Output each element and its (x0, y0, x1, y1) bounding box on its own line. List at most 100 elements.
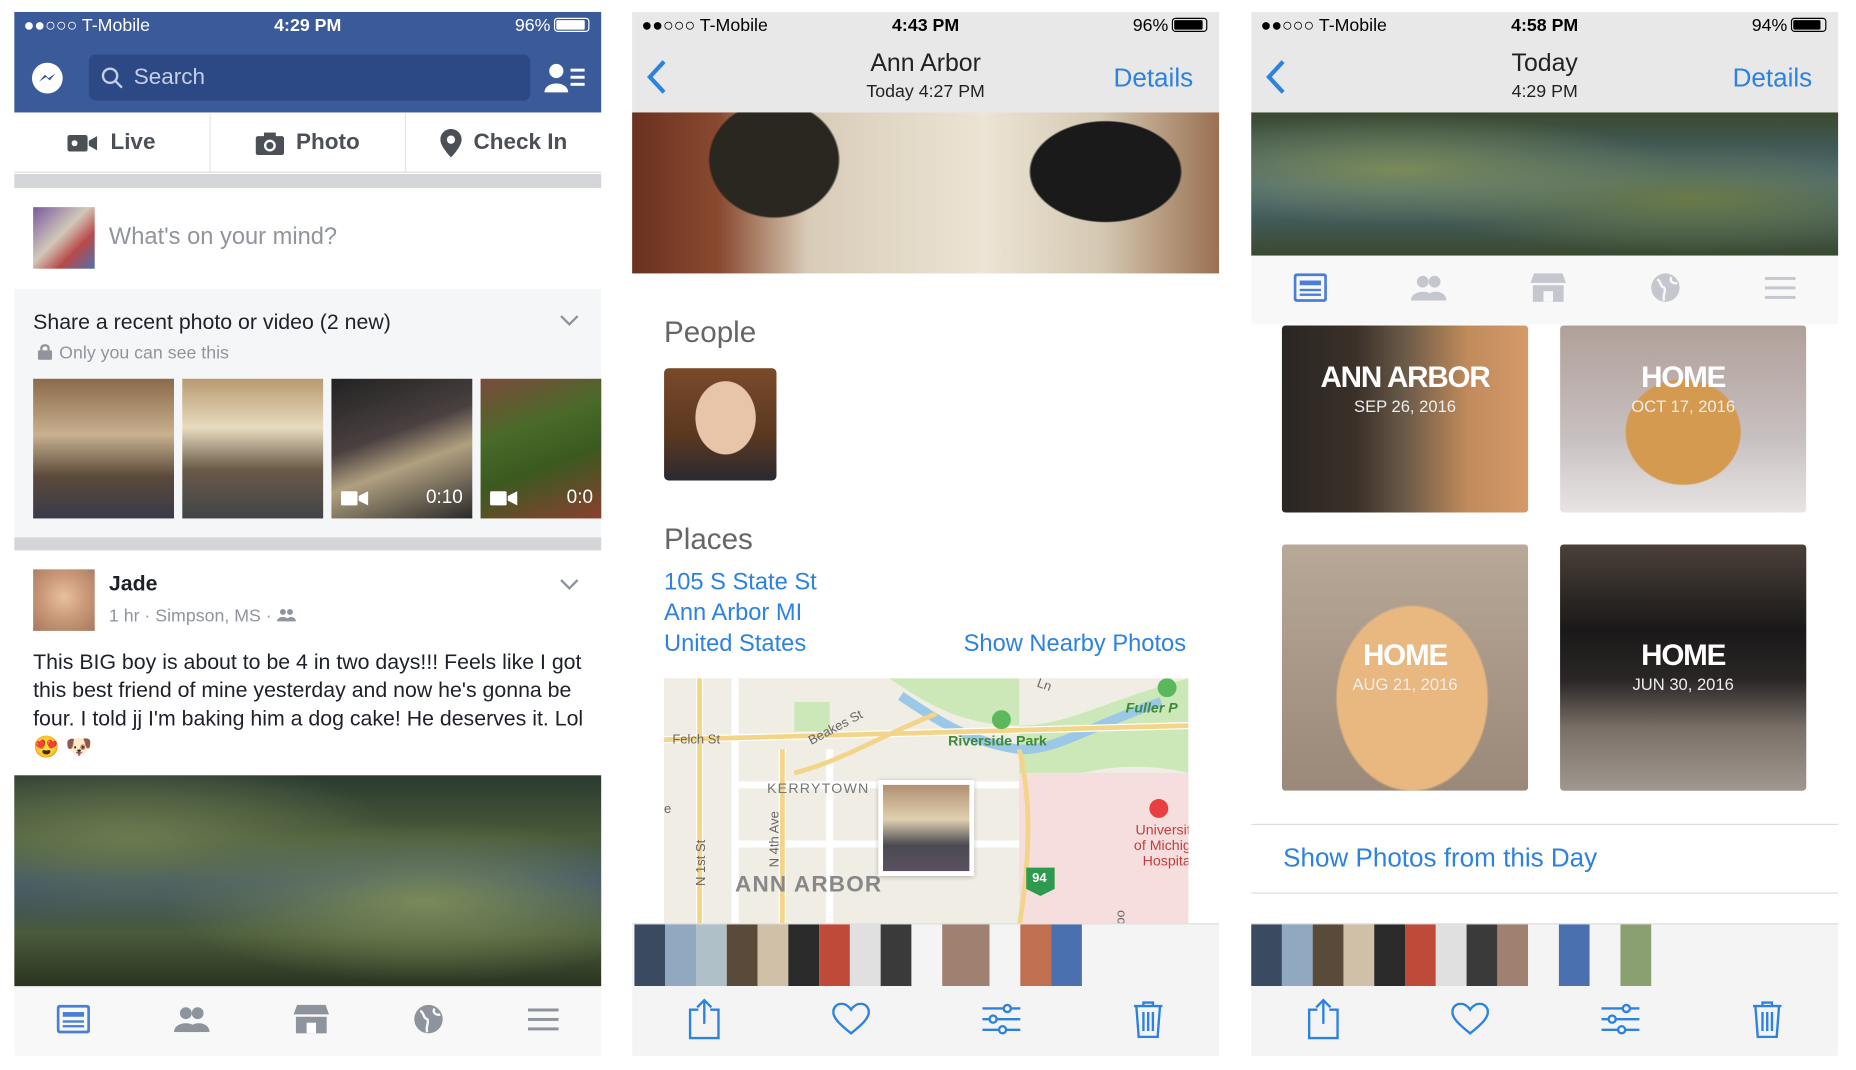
memory-date: JUN 30, 2016 (1632, 674, 1734, 694)
clock: 4:58 PM (1511, 15, 1579, 36)
feed-post: Jade 1 hr · Simpson, MS · This BIG boy i… (14, 550, 601, 787)
menu-icon[interactable] (528, 1007, 560, 1037)
memory-card[interactable]: HOME AUG 21, 2016 (1281, 544, 1529, 791)
memory-card[interactable]: HOME OCT 17, 2016 (1560, 325, 1807, 513)
map-photo-pin[interactable] (878, 780, 975, 876)
details-button[interactable]: Details (1114, 63, 1194, 94)
chevron-down-icon[interactable] (559, 312, 580, 333)
trash-icon[interactable] (1133, 1000, 1164, 1044)
search-placeholder: Search (133, 65, 206, 90)
photo-preview[interactable] (1251, 112, 1839, 256)
video-icon (490, 491, 518, 506)
share-icon[interactable] (688, 997, 721, 1046)
bottom-toolbar (632, 923, 1220, 1056)
camera-icon (255, 131, 285, 155)
share-title: Share a recent photo or video (2 new) (33, 310, 391, 334)
post-photo[interactable] (14, 775, 602, 986)
globe-icon[interactable] (413, 1003, 444, 1040)
share-icon[interactable] (1307, 997, 1340, 1046)
memory-date: AUG 21, 2016 (1352, 674, 1458, 694)
divider (1251, 892, 1839, 894)
video-icon (340, 491, 369, 506)
divider (14, 537, 602, 551)
photo-button[interactable]: Photo (210, 113, 407, 172)
globe-icon[interactable] (1650, 272, 1681, 309)
divider (14, 173, 602, 189)
battery-icon (1790, 17, 1827, 32)
details-button[interactable]: Details (1733, 63, 1813, 94)
places-heading: Places (664, 523, 753, 557)
video-duration: 0:10 (425, 487, 463, 508)
address-line[interactable]: United States (664, 629, 817, 660)
recent-photo[interactable] (33, 378, 174, 519)
battery-indicator: 94% (1752, 15, 1827, 36)
navigation-bar: ●●○○○ T-Mobile 4:43 PM 96% Ann Arbor Tod… (632, 11, 1220, 113)
marketplace-icon[interactable] (1530, 272, 1566, 309)
avatar (33, 207, 95, 269)
thumbnail-scrubber[interactable] (634, 924, 1082, 986)
clock: 4:43 PM (892, 15, 960, 36)
memories-screen: ●●○○○ T-Mobile 4:58 PM 94% Today 4:29 PM… (1251, 11, 1839, 1056)
friends-icon[interactable] (1410, 274, 1447, 306)
check-in-button[interactable]: Check In (406, 114, 601, 172)
map-label-highway: 94 (1032, 871, 1047, 886)
facebook-header: ●●○○○ T-Mobile 4:29 PM 96% Search (14, 11, 602, 113)
heart-icon[interactable] (832, 1001, 870, 1041)
composer-placeholder: What's on your mind? (108, 223, 338, 250)
address: 105 S State St Ann Arbor MI United State… (664, 567, 817, 659)
adjust-icon[interactable] (1600, 1002, 1640, 1041)
menu-icon[interactable] (1765, 275, 1797, 305)
marketplace-icon[interactable] (293, 1003, 330, 1040)
thumbnail-scrubber[interactable] (1251, 924, 1652, 986)
recent-video[interactable]: 0:10 (331, 378, 473, 519)
battery-icon (1171, 17, 1208, 32)
chevron-down-icon[interactable] (559, 576, 580, 597)
adjust-icon[interactable] (981, 1002, 1021, 1041)
trash-icon[interactable] (1752, 1000, 1783, 1044)
show-photos-from-day-link[interactable]: Show Photos from this Day (1283, 843, 1597, 874)
heart-icon[interactable] (1451, 1001, 1490, 1041)
messenger-icon[interactable] (30, 62, 66, 103)
composer-actions: Live Photo Check In (14, 113, 602, 173)
person-face[interactable] (664, 368, 777, 481)
friends-icon[interactable] (173, 1006, 210, 1038)
map-label-fuller: Fuller P (1125, 699, 1178, 717)
memory-card[interactable]: HOME JUN 30, 2016 (1560, 544, 1807, 791)
navigation-bar: ●●○○○ T-Mobile 4:58 PM 94% Today 4:29 PM… (1251, 11, 1839, 113)
address-line[interactable]: Ann Arbor MI (664, 598, 817, 629)
search-input[interactable]: Search (88, 54, 531, 101)
memory-place: HOME (1641, 639, 1726, 673)
news-feed-icon[interactable] (56, 1004, 90, 1038)
photo-details-screen: ●●○○○ T-Mobile 4:43 PM 96% Ann Arbor Tod… (632, 11, 1220, 1056)
map-label-felch: Felch St (672, 732, 721, 747)
battery-indicator: 96% (1133, 15, 1208, 36)
recent-photo[interactable] (182, 378, 324, 519)
post-text: This BIG boy is about to be 4 in two day… (33, 649, 584, 759)
post-author[interactable]: Jade (109, 572, 158, 597)
memory-date: OCT 17, 2016 (1631, 396, 1736, 416)
news-feed-icon[interactable] (1292, 272, 1327, 307)
lock-icon (37, 344, 53, 360)
post-meta: 1 hr · Simpson, MS · (109, 606, 296, 626)
friends-audience-icon (276, 608, 296, 622)
privacy-note: Only you can see this (37, 343, 229, 363)
facebook-tab-strip (1251, 255, 1839, 325)
status-bar: ●●○○○ T-Mobile 4:58 PM 94% (1251, 12, 1838, 40)
facebook-screen: ●●○○○ T-Mobile 4:29 PM 96% Search Live P… (14, 11, 602, 1056)
address-line[interactable]: 105 S State St (664, 567, 817, 598)
recent-video[interactable]: 0:0 (480, 378, 602, 519)
show-nearby-photos-link[interactable]: Show Nearby Photos (964, 631, 1186, 658)
map-label-riverside: Riverside Park (948, 732, 1047, 750)
status-bar: ●●○○○ T-Mobile 4:43 PM 96% (632, 12, 1219, 40)
photo-preview[interactable] (632, 112, 1220, 274)
avatar[interactable] (33, 569, 95, 631)
friend-requests-icon[interactable] (544, 62, 585, 101)
live-button[interactable]: Live (14, 113, 211, 172)
people-heading: People (664, 316, 757, 350)
recent-media-row: 0:10 0:0 (33, 378, 602, 519)
composer[interactable]: What's on your mind? (14, 188, 602, 289)
memory-card[interactable]: ANN ARBOR SEP 26, 2016 (1281, 325, 1529, 513)
tab-bar (14, 985, 602, 1056)
memory-place: HOME (1362, 639, 1448, 673)
map[interactable]: Felch St Beakes St Riverside Park Fuller… (664, 678, 1189, 927)
